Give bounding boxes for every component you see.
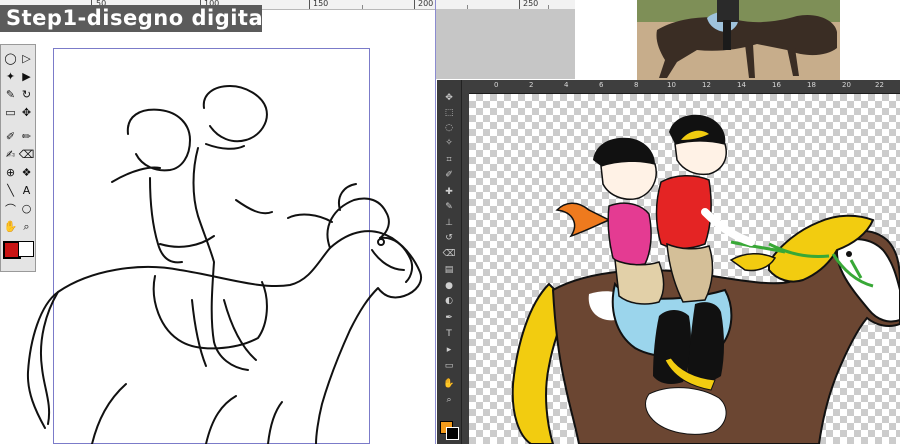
ruler-label: 4	[564, 81, 569, 89]
stamp-icon[interactable]: ⊥	[441, 217, 457, 228]
gradient-icon[interactable]: ▤	[441, 264, 457, 275]
selection-icon[interactable]: ▶	[19, 69, 34, 84]
pen-icon[interactable]: ✎	[3, 87, 18, 102]
photoshop-canvas	[469, 94, 900, 444]
boy-arm	[701, 208, 755, 246]
rotate-icon[interactable]: ↻	[19, 87, 34, 102]
eyedropper-icon[interactable]: ✐	[3, 129, 18, 144]
background-color-swatch[interactable]	[446, 427, 459, 440]
blob-brush-icon[interactable]: ❖	[19, 165, 34, 180]
rider-boy-legs	[191, 299, 257, 367]
ruler-label: 14	[737, 81, 746, 89]
brush-icon[interactable]: ✎	[441, 201, 457, 212]
brush-icon[interactable]: ✍	[3, 147, 18, 162]
path-select-icon[interactable]: ▸	[441, 344, 457, 355]
ruler-label: 10	[667, 81, 676, 89]
ellipse-icon[interactable]: ○	[19, 201, 34, 216]
pen-icon[interactable]: ✒	[441, 312, 457, 323]
blur-icon[interactable]: ●	[441, 280, 457, 291]
ruler-label: 18	[807, 81, 816, 89]
girl-face	[600, 160, 657, 200]
reference-photo	[637, 0, 840, 80]
horse-leg	[91, 383, 283, 444]
eyedropper-icon[interactable]: ✐	[441, 169, 457, 180]
pencil-icon[interactable]: ✏	[19, 129, 34, 144]
ruler-label: 12	[702, 81, 711, 89]
arc-icon[interactable]: ⌒	[3, 201, 18, 216]
hand-icon[interactable]: ✋	[3, 219, 18, 234]
girl-top	[607, 202, 652, 266]
marquee-icon[interactable]: ⬚	[441, 107, 457, 118]
rider-girl	[111, 108, 215, 264]
scale-icon[interactable]: ▭	[3, 105, 18, 120]
type-icon[interactable]: A	[19, 183, 34, 198]
magic-wand-icon[interactable]: ✦	[3, 69, 18, 84]
warp-icon[interactable]: ✥	[19, 105, 34, 120]
horse-eye	[846, 251, 852, 257]
pasteboard	[436, 9, 575, 79]
blend-icon[interactable]: ⊕	[3, 165, 18, 180]
ruler-label: 20	[842, 81, 851, 89]
ruler-label: 16	[772, 81, 781, 89]
eraser-icon[interactable]: ⌫	[19, 147, 35, 162]
hand-icon[interactable]: ✋	[441, 378, 457, 389]
ruler-label: 6	[599, 81, 604, 89]
crop-icon[interactable]: ⌗	[441, 154, 457, 165]
history-brush-icon[interactable]: ↺	[441, 232, 457, 243]
saddle	[152, 275, 268, 350]
line-art-canvas	[26, 85, 422, 444]
shape-icon[interactable]: ▭	[441, 360, 457, 371]
lasso-icon[interactable]: ◯	[3, 51, 18, 66]
dodge-icon[interactable]: ◐	[441, 295, 457, 306]
ruler-label: 22	[875, 81, 884, 89]
ruler-label: 0	[494, 81, 499, 89]
illustrator-toolbar: ◯ ▷ ✦ ▶ ✎ ↻ ▭ ✥ ✐ ✏ ✍ ⌫ ⊕ ❖ ╲ A ⌒ ○ ✋ ⌕	[0, 44, 36, 272]
horse-outline	[26, 230, 422, 444]
type-icon[interactable]: T	[441, 328, 457, 339]
zoom-icon[interactable]: ⌕	[441, 394, 457, 405]
zoom-icon[interactable]: ⌕	[19, 219, 34, 234]
boy-helmet	[669, 114, 726, 144]
move-icon[interactable]: ✥	[441, 92, 457, 103]
lasso-icon[interactable]: ◌	[441, 122, 457, 133]
ruler-tick	[519, 0, 520, 9]
boy-face	[674, 140, 727, 176]
ruler-label: 8	[634, 81, 639, 89]
stroke-swatch[interactable]	[18, 241, 34, 257]
healing-icon[interactable]: ✚	[441, 186, 457, 197]
quick-select-icon[interactable]: ✧	[441, 137, 457, 148]
direct-select-icon[interactable]: ▷	[19, 51, 34, 66]
ruler-label: 2	[529, 81, 534, 89]
colored-illustration	[511, 114, 900, 444]
line-icon[interactable]: ╲	[3, 183, 18, 198]
horse-mane	[287, 183, 390, 249]
girl-hair	[555, 202, 611, 238]
girl-pants	[614, 258, 665, 305]
ps-ruler-horizontal: 0 2 4 6 8 10 12 14 16 18 20 22	[461, 80, 900, 94]
ruler-label: 250	[523, 0, 539, 8]
eraser-icon[interactable]: ⌫	[441, 248, 457, 259]
photoshop-toolbar: ✥ ⬚ ◌ ✧ ⌗ ✐ ✚ ✎ ⊥ ↺ ⌫ ▤ ● ◐ ✒ T ▸ ▭ ✋ ⌕	[437, 80, 462, 444]
